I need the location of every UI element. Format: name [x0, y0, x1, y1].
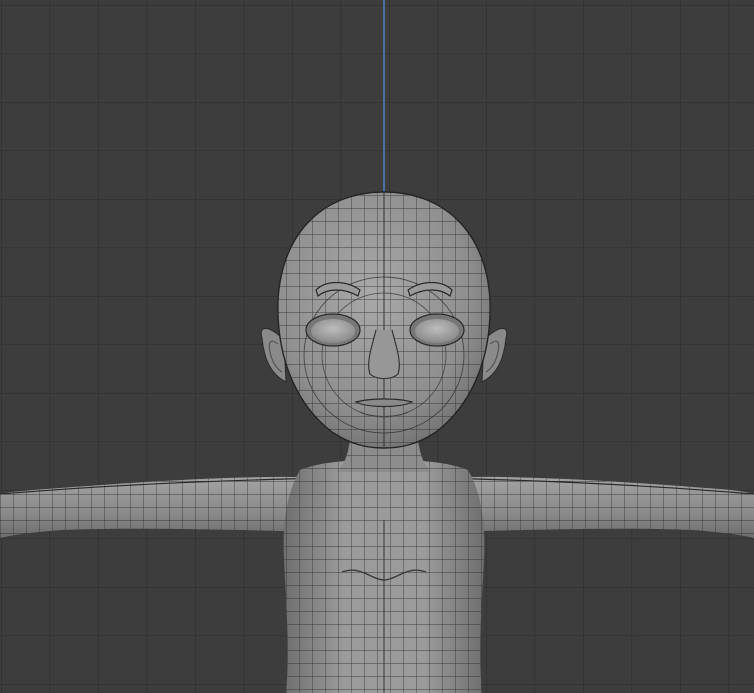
- torso: [283, 460, 485, 693]
- 3d-viewport[interactable]: [0, 0, 754, 693]
- right-eye: [409, 313, 465, 347]
- left-eye: [305, 313, 361, 347]
- viewport-canvas[interactable]: [0, 0, 754, 693]
